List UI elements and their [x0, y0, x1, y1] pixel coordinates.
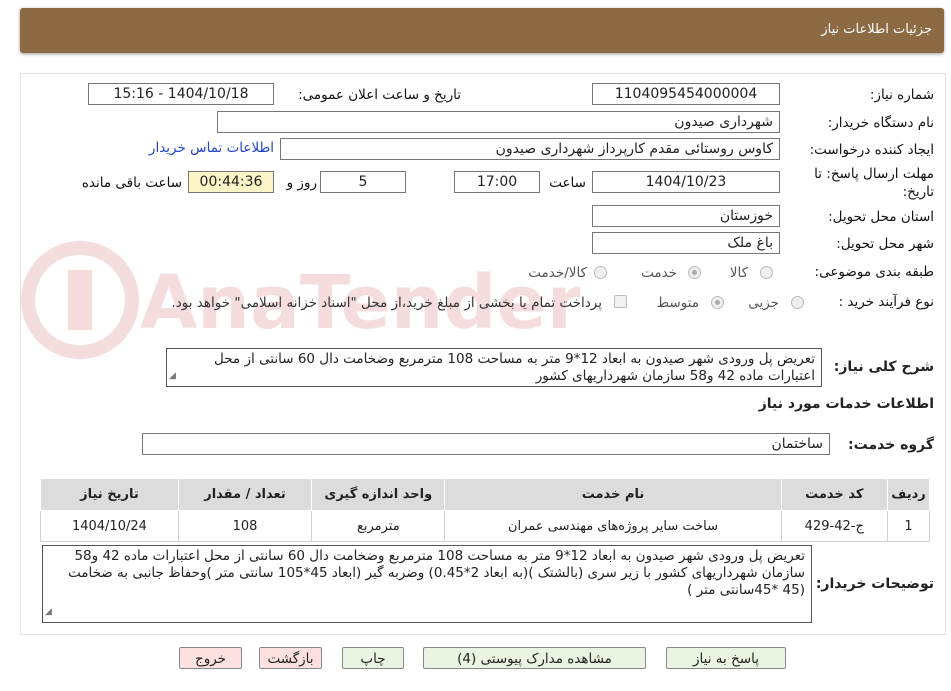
back-button[interactable]: بازگشت — [259, 647, 322, 669]
service-group-label: گروه خدمت: — [848, 437, 934, 453]
cell-service-code: ج-42-429 — [780, 510, 888, 542]
treasury-checkbox[interactable] — [614, 295, 627, 308]
buyer-org-label: نام دستگاه خریدار: — [827, 115, 934, 131]
province-field[interactable]: خوزستان — [592, 205, 780, 227]
deadline-label-date: تاریخ: — [902, 184, 934, 200]
description-label: شرح کلی نیاز: — [833, 359, 934, 375]
category-option-goods: کالا — [729, 265, 748, 281]
remaining-time-label: ساعت باقی مانده — [81, 175, 182, 191]
province-label: استان محل تحویل: — [828, 209, 934, 225]
buyer-notes-textarea[interactable]: تعریض پل ورودی شهر صیدون به ابعاد 12*9 م… — [42, 545, 812, 623]
services-section-title: اطلاعات خدمات مورد نیاز — [758, 396, 934, 412]
col-header-service-name: نام خدمت — [444, 478, 782, 511]
resize-grip-icon[interactable]: ◢ — [45, 604, 52, 621]
category-option-service: خدمت — [641, 265, 677, 281]
cell-service-name: ساخت سایر پروژه‌های مهندسی عمران — [444, 510, 782, 542]
buyer-contact-link[interactable]: اطلاعات تماس خریدار — [149, 140, 274, 156]
services-table: ردیف کد خدمت نام خدمت واحد اندازه گیری ت… — [40, 478, 931, 542]
col-header-unit: واحد اندازه گیری — [311, 478, 446, 511]
process-radio-medium[interactable] — [711, 296, 724, 309]
buyer-notes-label: توضیحات خریدار: — [815, 576, 934, 592]
process-label: نوع فرآیند خرید : — [838, 294, 934, 310]
buyer-notes-text: تعریض پل ورودی شهر صیدون به ابعاد 12*9 م… — [67, 548, 805, 598]
reply-button[interactable]: پاسخ به نیاز — [666, 647, 786, 669]
deadline-time-label: ساعت — [549, 175, 586, 191]
cell-row-number: 1 — [886, 510, 931, 542]
category-radio-goods[interactable] — [760, 266, 773, 279]
description-textarea[interactable]: تعریض پل ورودی شهر صیدون به ابعاد 12*9 م… — [166, 348, 822, 387]
cell-quantity: 108 — [177, 510, 313, 542]
resize-grip-icon[interactable]: ◢ — [169, 368, 176, 385]
col-header-row-number: ردیف — [886, 478, 931, 511]
announce-date-field[interactable]: 1404/10/18 - 15:16 — [88, 83, 274, 105]
process-radio-minor[interactable] — [791, 296, 804, 309]
category-radio-service[interactable] — [688, 266, 701, 279]
deadline-date-field[interactable]: 1404/10/23 — [592, 171, 780, 193]
days-label: روز و — [286, 175, 317, 191]
need-number-label: شماره نیاز: — [869, 87, 934, 103]
cell-need-date: 1404/10/24 — [40, 510, 179, 542]
creator-field[interactable]: کاوس روستائی مقدم کارپرداز شهرداری صیدون — [280, 138, 780, 160]
category-option-goods-service: کالا/خدمت — [528, 265, 587, 281]
cell-unit: مترمربع — [311, 510, 446, 542]
remaining-time-field[interactable]: 00:44:36 — [188, 171, 274, 193]
print-button[interactable]: چاپ — [342, 647, 404, 669]
category-label: طبقه بندی موضوعی: — [814, 264, 934, 280]
col-header-quantity: تعداد / مقدار — [177, 478, 313, 511]
process-option-minor: جزیی — [748, 295, 779, 311]
page-header: جزئیات اطلاعات نیاز — [20, 8, 944, 53]
service-group-field[interactable]: ساختمان — [142, 433, 830, 455]
process-option-medium: متوسط — [656, 295, 699, 311]
category-radio-goods-service[interactable] — [594, 266, 607, 279]
buyer-org-field[interactable]: شهرداری صیدون — [217, 111, 780, 133]
description-text: تعریض پل ورودی شهر صیدون به ابعاد 12*9 م… — [213, 351, 815, 384]
table-row[interactable]: 1 ج-42-429 ساخت سایر پروژه‌های مهندسی عم… — [40, 510, 931, 542]
page-title: جزئیات اطلاعات نیاز — [821, 22, 932, 37]
need-number-field[interactable]: 1104095454000004 — [592, 83, 780, 105]
city-field[interactable]: باغ ملک — [592, 232, 780, 254]
deadline-time-field[interactable]: 17:00 — [454, 171, 540, 193]
city-label: شهر محل تحویل: — [836, 236, 934, 252]
remaining-days-field[interactable]: 5 — [320, 171, 406, 193]
deadline-label: مهلت ارسال پاسخ: تا — [814, 166, 934, 182]
creator-label: ایجاد کننده درخواست: — [809, 142, 934, 158]
table-header-row: ردیف کد خدمت نام خدمت واحد اندازه گیری ت… — [40, 478, 931, 511]
view-attachments-button[interactable]: مشاهده مدارک پیوستی (4) — [423, 647, 646, 669]
exit-button[interactable]: خروج — [179, 647, 242, 669]
announce-date-label: تاریخ و ساعت اعلان عمومی: — [298, 87, 461, 103]
col-header-service-code: کد خدمت — [780, 478, 888, 511]
treasury-note: پرداخت تمام یا بخشی از مبلغ خرید،از محل … — [171, 295, 602, 311]
col-header-need-date: تاریخ نیاز — [40, 478, 179, 511]
